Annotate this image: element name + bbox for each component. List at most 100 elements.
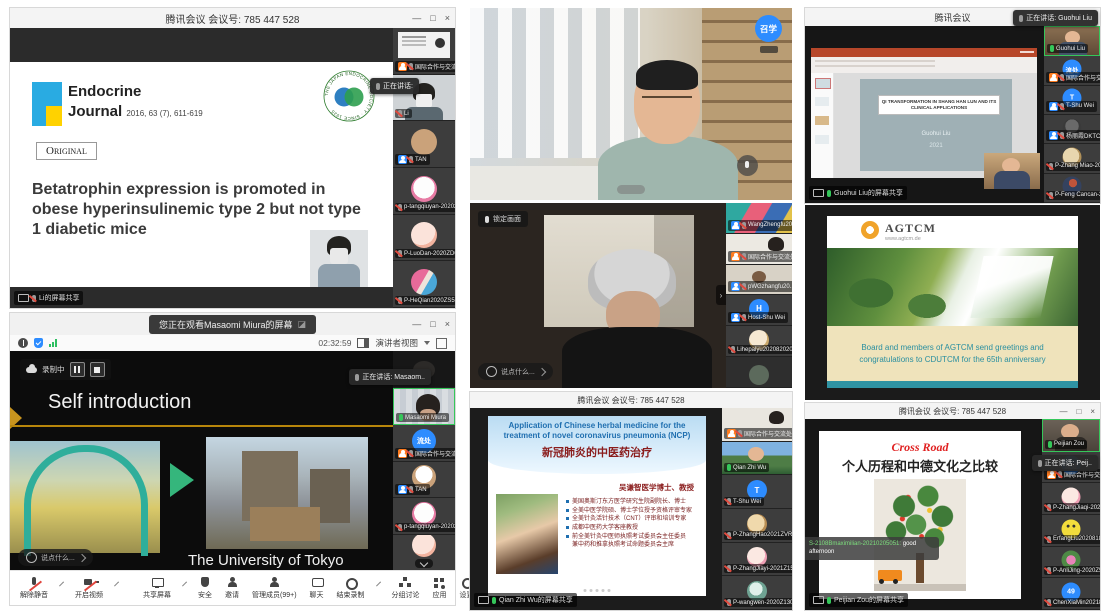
emoji-icon[interactable] (486, 366, 497, 377)
participant-tile[interactable]: T T-Shu Wei (1044, 86, 1100, 115)
mic-icon (1038, 460, 1042, 467)
slide-thumbnails-panel[interactable] (811, 73, 834, 178)
recording-options-chevron[interactable] (376, 582, 381, 587)
chat-input[interactable]: 说点什么... (18, 549, 93, 566)
participant-tile[interactable]: WangZhengfu2020.. (726, 203, 792, 234)
participant-name: T-Shu Wei (733, 499, 761, 505)
maximize-button[interactable]: □ (430, 13, 435, 23)
participant-tile[interactable]: TAN (393, 462, 455, 499)
participant-tile[interactable]: P-wangwen-2020Z1308 (722, 576, 792, 610)
invite-button[interactable]: 邀请 (225, 577, 239, 600)
meeting-window-e: 腾讯会议 会议号: 785 447 528 Application of Chi… (470, 392, 792, 610)
minimize-button[interactable]: — (412, 13, 421, 23)
fullscreen-icon[interactable] (436, 338, 447, 349)
participant-tile-active-speaker[interactable]: Masaomi Miura (393, 388, 455, 426)
minimize-button[interactable]: — (1059, 407, 1067, 416)
maximize-button[interactable]: □ (1076, 407, 1081, 416)
chat-button[interactable]: 聊天 (310, 577, 324, 600)
view-mode-selector[interactable]: 演讲者视图 (375, 337, 418, 349)
participant-tile[interactable]: T T-Shu Wei (722, 475, 792, 509)
close-button[interactable]: × (445, 319, 450, 329)
video-options-chevron[interactable] (114, 582, 119, 587)
participant-tile[interactable]: P-ZhangJiaqi-2021Z5200 (1042, 483, 1100, 515)
participant-tile[interactable]: TAN (393, 121, 455, 168)
participants-sidebar: 国际合作与交流处 Li TAN p-tangqiuyan-2020252.. P… (393, 28, 455, 308)
slide-header: Application of Chinese herbal medicine f… (488, 416, 706, 474)
participant-tile[interactable]: p-tangqiuyan-2020252.. (393, 168, 455, 215)
participant-tile-active-speaker[interactable]: Guohui Liu (1044, 26, 1100, 56)
record-icon (344, 577, 357, 589)
sidebar-handle[interactable]: › (716, 285, 726, 305)
mic-options-chevron[interactable] (59, 582, 64, 587)
close-button[interactable]: × (445, 13, 450, 23)
truck (878, 570, 902, 581)
collapse-sidebar-button[interactable] (415, 559, 433, 568)
screen-icon (18, 294, 29, 302)
stop-recording-button[interactable] (90, 362, 105, 377)
mic-icon (32, 295, 36, 302)
slide-title-zh: 个人历程和中德文化之比较 (819, 456, 1021, 475)
screen-icon (813, 189, 824, 197)
participant-tile[interactable]: H Host-Shu Wei (726, 295, 792, 326)
slide: Application of Chinese herbal medicine f… (488, 416, 706, 596)
slide-title-zh: 新冠肺炎的中医药治疗 (488, 444, 706, 460)
slide-title: Self introduction (48, 391, 191, 414)
maximize-button[interactable]: □ (430, 319, 435, 329)
share-options-chevron[interactable] (182, 582, 187, 587)
participant-tile[interactable]: 国际合作与交流处 (722, 408, 792, 442)
participant-tile[interactable]: ErfangLiu2020818012A (1042, 515, 1100, 547)
participant-tile[interactable]: 流处 国际合作与交流处 (393, 425, 455, 462)
participant-tile[interactable]: P-LuoDan-2020ZD084 (393, 215, 455, 262)
recording-controls: 录制中 (20, 359, 111, 380)
chevron-down-icon[interactable] (424, 341, 430, 345)
controls-pill[interactable] (617, 185, 645, 194)
participant-tile[interactable] (726, 357, 792, 388)
start-video-button[interactable]: 开启视频 (75, 577, 103, 600)
breakout-rooms-button[interactable]: 分组讨论 (392, 577, 420, 600)
security-button[interactable]: 安全 (198, 577, 212, 600)
emoji-icon[interactable] (26, 552, 37, 563)
mic-icon (827, 190, 831, 197)
shared-slide-thumbnail (398, 32, 450, 58)
muted-mic-icon (28, 577, 41, 589)
info-icon[interactable] (18, 338, 28, 348)
mic-button[interactable] (737, 155, 758, 176)
participant-tile-active-speaker[interactable]: Peijian Zou (1042, 419, 1100, 452)
participant-tile[interactable] (393, 535, 455, 572)
participant-tile[interactable]: 杨丽霞DKTCM (1044, 115, 1100, 144)
participant-tile[interactable]: P-Zhang Miao-2021ZG4.. (1044, 144, 1100, 173)
pause-recording-button[interactable] (70, 362, 85, 377)
participant-tile[interactable]: Lihepalyu2020820200648 (726, 326, 792, 357)
shield-icon (199, 577, 212, 589)
participant-name: Peijian Zou (1054, 441, 1084, 447)
share-screen-button[interactable]: 共享屏幕 (143, 577, 171, 600)
participant-name: p-tangqiuyan-2020252.. (404, 524, 455, 530)
participant-name: Guohui Liu (1056, 46, 1085, 52)
participant-tile[interactable]: P-ZhangHao2021ZVR6 (722, 509, 792, 543)
participant-tile[interactable]: P-ZhangJiayi-2021Z1500 (722, 543, 792, 577)
collapse-chevron-icon[interactable] (538, 367, 546, 375)
participant-tile[interactable]: 流处 国际合作与交流处 (1044, 56, 1100, 85)
apps-button[interactable]: 应用 (433, 577, 447, 600)
unmute-button[interactable]: 解除静音 (20, 577, 48, 600)
pin-icon[interactable]: ◪ (298, 319, 307, 330)
participant-tile[interactable]: P-AnliJing-2020Z5061 (1042, 547, 1100, 579)
participant-tile[interactable]: 49 ChenXiaMin2021802028.. (1042, 578, 1100, 610)
minimize-button[interactable]: — (412, 319, 421, 329)
participant-tile[interactable]: p-tangqiuyan-2020252.. (393, 498, 455, 535)
bullet: 美国奥斯汀东方医学研究生院副院长、博士 (572, 498, 686, 507)
close-button[interactable]: × (1090, 407, 1095, 416)
manage-members-button[interactable]: 管理成员(99+) (252, 577, 297, 600)
participant-tile[interactable]: 国际合作与交流处 (726, 234, 792, 265)
participant-tile-active-speaker[interactable]: Qian Zhi Wu (722, 442, 792, 476)
collapse-chevron-icon[interactable] (78, 553, 86, 561)
security-shield-icon[interactable] (34, 338, 43, 348)
chat-input[interactable]: 说点什么... (478, 363, 553, 380)
stop-recording-button[interactable]: 结束录制 (337, 577, 365, 600)
participant-tile[interactable]: P-HeQian2020ZS534 (393, 261, 455, 308)
participant-tile[interactable]: 国际合作与交流处 (393, 28, 455, 75)
mic-icon (727, 532, 731, 539)
slide-page-dots (584, 589, 611, 592)
participant-tile[interactable]: pWGzhangfu20.. (726, 265, 792, 296)
participant-tile[interactable]: P-Feng Cancan-2020ZS.. (1044, 174, 1100, 203)
